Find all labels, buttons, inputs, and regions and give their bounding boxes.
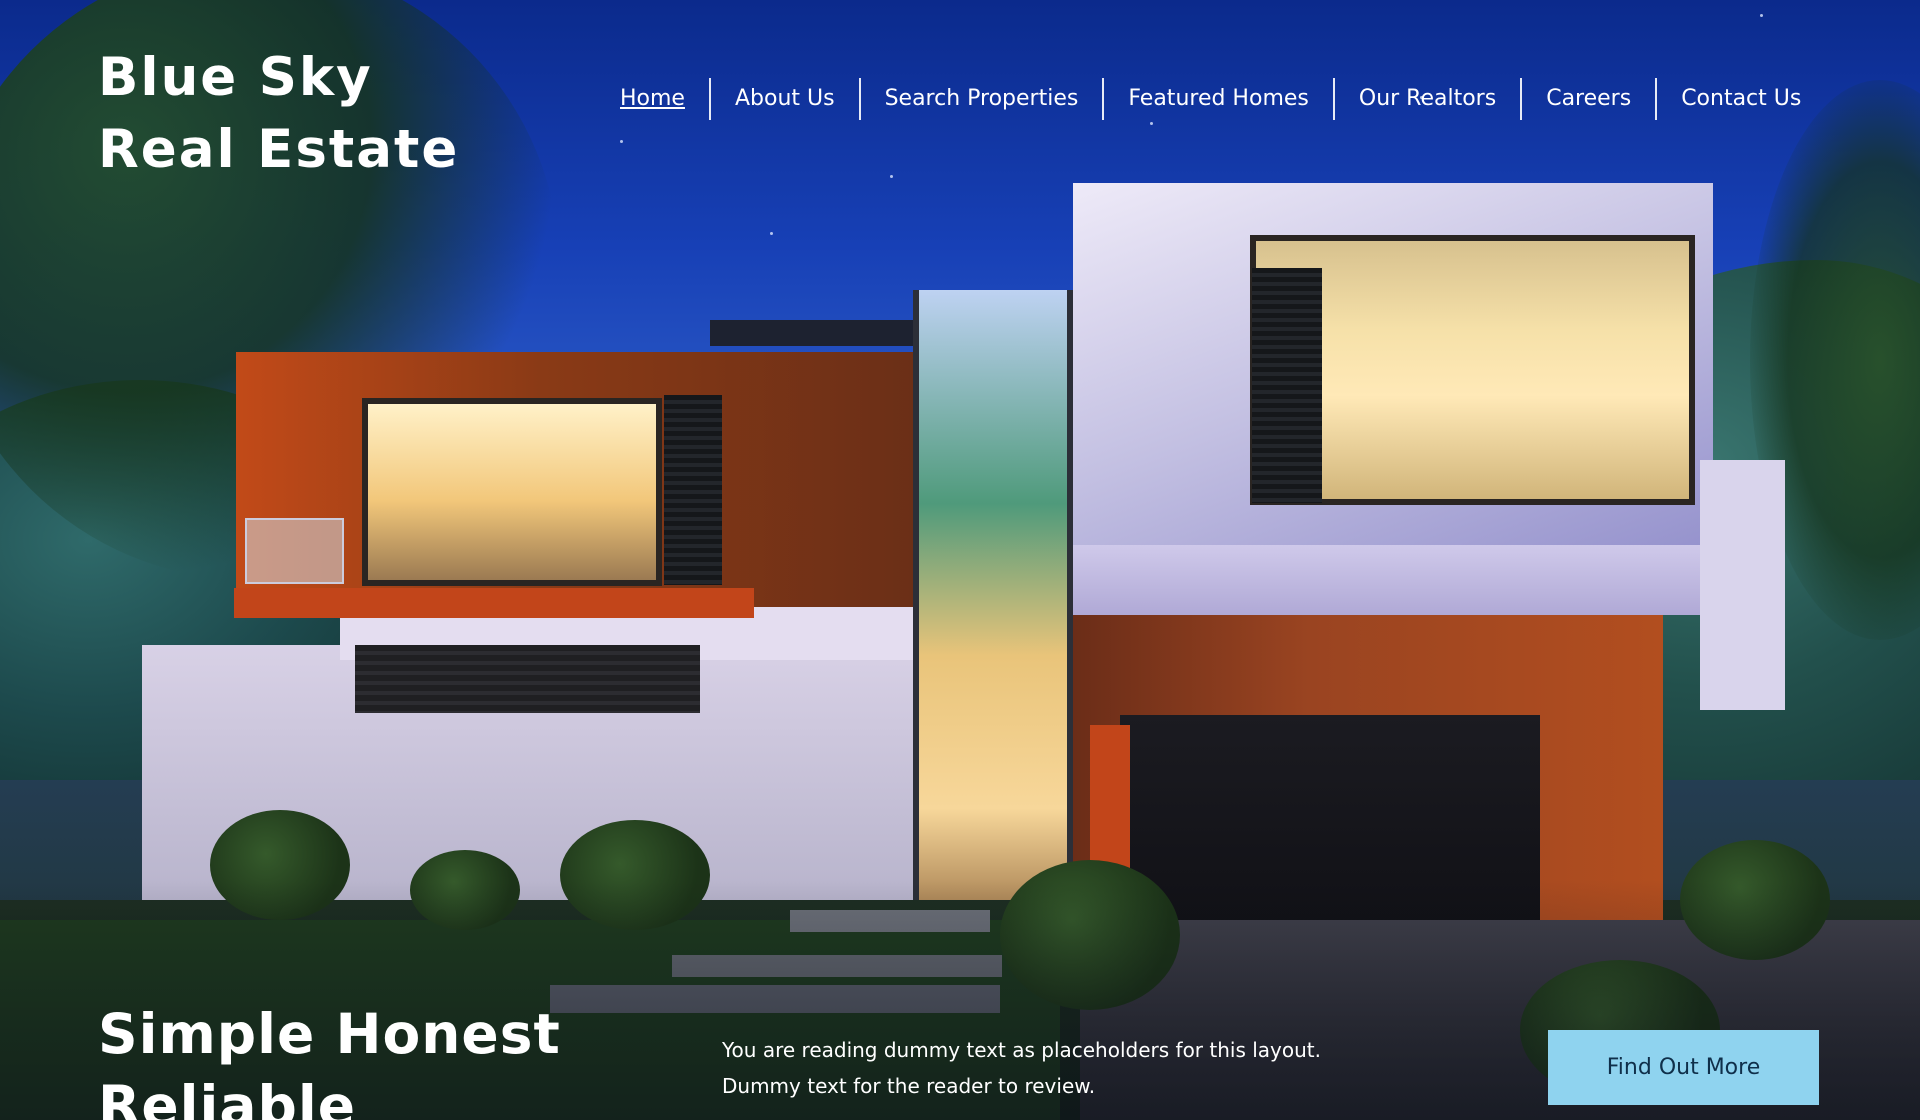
nav-divider bbox=[858, 78, 861, 120]
hero-tagline-line1: Simple Honest bbox=[98, 1002, 561, 1066]
nav-divider bbox=[1520, 78, 1523, 120]
house-wall bbox=[1700, 460, 1785, 710]
hero-tagline-line2: Reliable bbox=[98, 1074, 356, 1120]
nav-item-careers[interactable]: Careers bbox=[1522, 78, 1655, 120]
house-roof bbox=[710, 320, 915, 346]
find-out-more-button[interactable]: Find Out More bbox=[1548, 1030, 1819, 1105]
nav-item-about-us[interactable]: About Us bbox=[711, 78, 859, 120]
nav-divider bbox=[708, 78, 711, 120]
nav-item-contact-us[interactable]: Contact Us bbox=[1657, 78, 1825, 120]
house-balcony-glass bbox=[245, 518, 344, 584]
house-vent bbox=[1252, 268, 1322, 503]
nav-divider bbox=[1655, 78, 1658, 120]
site-logo-line1: Blue Sky bbox=[98, 47, 373, 108]
main-nav: Home About Us Search Properties Featured… bbox=[596, 78, 1825, 120]
nav-divider bbox=[1332, 78, 1335, 120]
nav-item-home[interactable]: Home bbox=[596, 78, 709, 120]
house-vent bbox=[664, 395, 722, 585]
hero-tagline: Simple Honest Reliable bbox=[98, 998, 561, 1120]
house-window bbox=[362, 398, 662, 586]
nav-item-featured-homes[interactable]: Featured Homes bbox=[1104, 78, 1333, 120]
nav-item-our-realtors[interactable]: Our Realtors bbox=[1335, 78, 1520, 120]
nav-item-search-properties[interactable]: Search Properties bbox=[861, 78, 1103, 120]
hero-section: Blue Sky Real Estate Home About Us Searc… bbox=[0, 0, 1920, 1120]
house-vent bbox=[355, 645, 700, 713]
site-logo-line2: Real Estate bbox=[98, 119, 460, 180]
house-ledge bbox=[234, 588, 754, 618]
hero-description-line1: You are reading dummy text as placeholde… bbox=[722, 1038, 1321, 1062]
house-stair-glass bbox=[913, 290, 1073, 900]
nav-divider bbox=[1102, 78, 1105, 120]
hero-description-line2: Dummy text for the reader to review. bbox=[722, 1074, 1096, 1098]
house-overhang bbox=[1073, 545, 1713, 615]
hero-description: You are reading dummy text as placeholde… bbox=[722, 1032, 1442, 1104]
site-logo[interactable]: Blue Sky Real Estate bbox=[98, 42, 459, 186]
